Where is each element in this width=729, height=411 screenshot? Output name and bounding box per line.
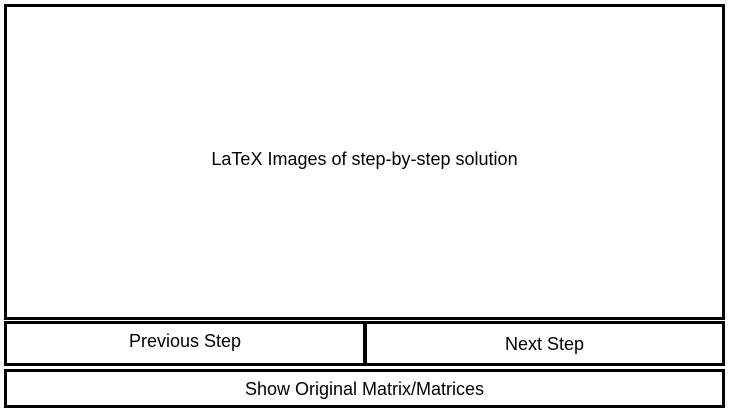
show-original-matrix-button[interactable]: Show Original Matrix/Matrices bbox=[4, 369, 725, 408]
display-placeholder-text: LaTeX Images of step-by-step solution bbox=[211, 148, 518, 169]
previous-step-label: Previous Step bbox=[128, 331, 242, 351]
next-step-label: Next Step bbox=[504, 334, 585, 354]
previous-step-button[interactable]: Previous Step bbox=[4, 321, 366, 366]
latex-image-display: LaTeX Images of step-by-step solution bbox=[4, 4, 725, 320]
step-solution-window: LaTeX Images of step-by-step solution Pr… bbox=[4, 4, 725, 408]
show-original-matrix-label: Show Original Matrix/Matrices bbox=[244, 378, 485, 399]
next-step-button[interactable]: Next Step bbox=[364, 321, 725, 366]
